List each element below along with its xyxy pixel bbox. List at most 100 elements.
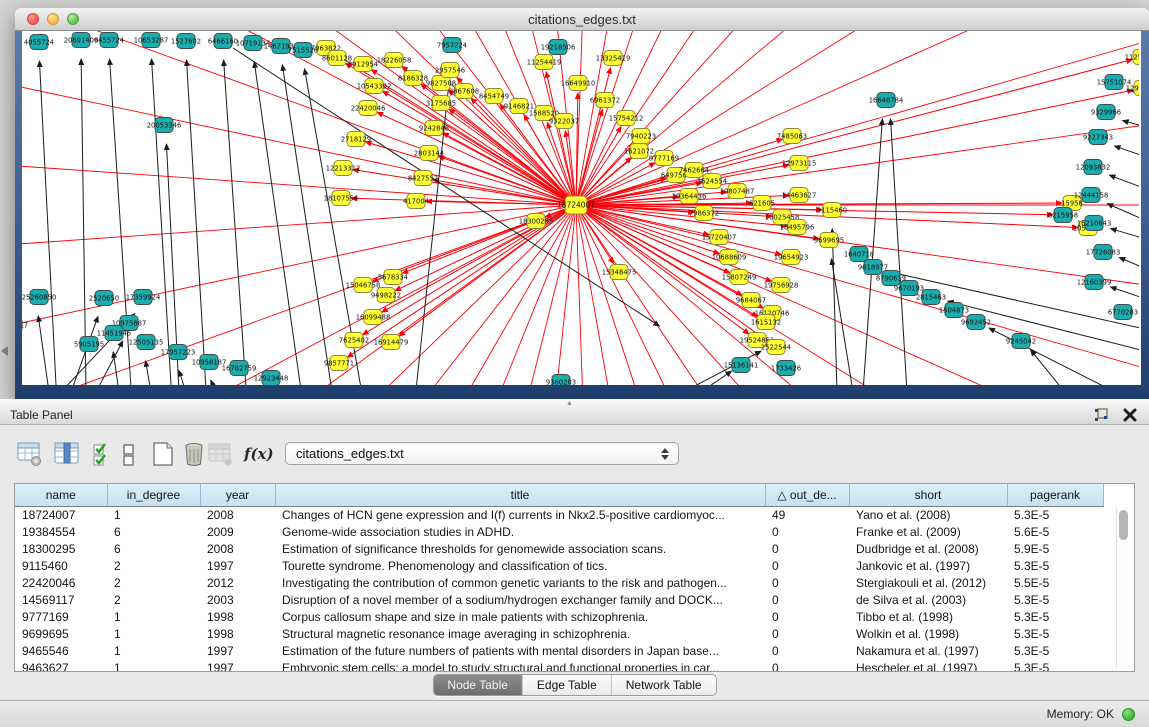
graph-node[interactable]: 10807487 xyxy=(720,184,755,199)
table-cell[interactable]: Changes of HCN gene expression and I(f) … xyxy=(275,506,765,523)
table-cell[interactable]: 19384554 xyxy=(15,523,107,540)
citation-edge-black[interactable] xyxy=(1111,287,1139,300)
citation-edge-black[interactable] xyxy=(1107,204,1139,222)
graph-node[interactable]: 1091317 xyxy=(22,318,28,333)
column-header-indegree[interactable]: in_degree xyxy=(107,484,200,506)
graph-node[interactable]: 621605 xyxy=(749,196,775,211)
graph-node[interactable]: 12973115 xyxy=(782,156,817,171)
table-cell[interactable]: 5.3E-5 xyxy=(1007,659,1103,672)
table-row[interactable]: 946362711997Embryonic stem cells: a mode… xyxy=(15,659,1103,672)
table-cell[interactable]: 2 xyxy=(107,574,200,591)
column-header-year[interactable]: year xyxy=(200,484,275,506)
citation-edge-black[interactable] xyxy=(38,316,49,385)
graph-node[interactable]: 12213312 xyxy=(326,161,361,176)
table-row[interactable]: 911546021997Tourette syndrome. Phenomeno… xyxy=(15,557,1103,574)
graph-node[interactable]: 10688609 xyxy=(712,250,747,265)
graph-node[interactable]: 9360203 xyxy=(546,375,576,386)
citation-network-graph[interactable]: 7963822860112889129541822605810543392818… xyxy=(22,31,1139,385)
table-cell[interactable]: Dudbridge et al. (2008) xyxy=(849,540,1007,557)
graph-node[interactable]: 19654923 xyxy=(774,250,809,265)
table-cell[interactable]: 1998 xyxy=(200,625,275,642)
citation-edge-red[interactable] xyxy=(438,156,576,205)
graph-node[interactable]: 18107554 xyxy=(324,191,359,206)
citation-edge-red[interactable] xyxy=(576,205,1139,385)
citation-edge-black[interactable] xyxy=(416,64,451,385)
float-panel-icon[interactable] xyxy=(1093,407,1109,423)
table-cell[interactable]: Estimation of significance thresholds fo… xyxy=(275,540,765,557)
table-cell[interactable]: 2003 xyxy=(200,591,275,608)
table-cell[interactable]: 1 xyxy=(107,659,200,672)
table-cell[interactable]: 18724007 xyxy=(15,506,107,523)
table-cell[interactable]: 0 xyxy=(765,540,849,557)
table-options-icon[interactable] xyxy=(17,441,43,467)
citation-edge-black[interactable] xyxy=(832,229,837,385)
table-cell[interactable]: 2008 xyxy=(200,540,275,557)
graph-node[interactable]: 18226058 xyxy=(377,53,412,68)
citation-edge-black[interactable] xyxy=(1109,175,1139,190)
citation-edge-black[interactable] xyxy=(187,60,206,385)
table-cell[interactable]: Hescheler et al. (1997) xyxy=(849,659,1007,672)
graph-node[interactable]: 417004 xyxy=(403,194,429,209)
graph-node[interactable]: 10653287 xyxy=(134,33,169,48)
citation-edge-black[interactable] xyxy=(146,361,151,385)
table-cell[interactable]: 5.3E-5 xyxy=(1007,608,1103,625)
table-cell[interactable]: 2 xyxy=(107,557,200,574)
window-titlebar[interactable]: citations_edges.txt xyxy=(15,8,1149,31)
graph-node[interactable]: 4055724 xyxy=(24,35,54,50)
graph-node[interactable]: 8427552 xyxy=(408,171,438,186)
graph-node[interactable]: 16099488 xyxy=(356,310,391,325)
graph-node[interactable]: 12923448 xyxy=(254,371,289,386)
graph-node[interactable]: 12093832 xyxy=(1076,160,1111,175)
table-row[interactable]: 1456911722003Disruption of a novel membe… xyxy=(15,591,1103,608)
table-cell[interactable]: 1 xyxy=(107,642,200,659)
citation-edge-black[interactable] xyxy=(113,352,119,385)
table-cell[interactable]: 5.9E-5 xyxy=(1007,540,1103,557)
close-panel-icon[interactable] xyxy=(1123,408,1137,422)
table-cell[interactable]: 0 xyxy=(765,591,849,608)
citation-edge-red[interactable] xyxy=(576,205,1139,385)
citation-edge-red[interactable] xyxy=(576,205,1139,385)
graph-node[interactable]: 8454749 xyxy=(479,89,509,104)
graph-node[interactable]: 6770283 xyxy=(1108,305,1138,320)
graph-node[interactable]: 1504873 xyxy=(939,303,969,318)
table-cell[interactable]: 0 xyxy=(765,608,849,625)
graph-node[interactable]: 17957223 xyxy=(161,345,196,360)
network-canvas[interactable]: 7963822860112889129541822605810543392818… xyxy=(22,31,1141,385)
graph-node[interactable]: 5905195 xyxy=(74,337,104,352)
table-cell[interactable]: Estimation of the future numbers of pati… xyxy=(275,642,765,659)
new-column-icon[interactable] xyxy=(150,441,176,467)
graph-node[interactable]: 15136141 xyxy=(724,358,759,373)
table-cell[interactable]: 5.3E-5 xyxy=(1007,557,1103,574)
table-cell[interactable]: 5.5E-5 xyxy=(1007,574,1103,591)
table-cell[interactable]: Structural magnetic resonance image aver… xyxy=(275,625,765,642)
table-cell[interactable]: Genome-wide association studies in ADHD. xyxy=(275,523,765,540)
graph-node[interactable]: 7625402 xyxy=(339,333,369,348)
table-cell[interactable]: 9115460 xyxy=(15,557,107,574)
table-cell[interactable]: 0 xyxy=(765,659,849,672)
memory-ok-led-icon[interactable] xyxy=(1122,708,1135,721)
tab-node-table[interactable]: Node Table xyxy=(433,675,523,695)
citation-edge-red[interactable] xyxy=(576,90,1133,205)
table-cell[interactable]: Nakamura et al. (1997) xyxy=(849,642,1007,659)
table-cell[interactable]: 0 xyxy=(765,642,849,659)
table-cell[interactable]: 9465546 xyxy=(15,642,107,659)
clear-selection-icon[interactable] xyxy=(116,441,142,467)
table-cell[interactable]: 1997 xyxy=(200,659,275,672)
graph-node[interactable]: 17359924 xyxy=(126,290,161,305)
table-cell[interactable]: Yano et al. (2008) xyxy=(849,506,1007,523)
column-header-outde[interactable]: △ out_de... xyxy=(765,484,849,506)
table-cell[interactable]: 2 xyxy=(107,591,200,608)
table-cell[interactable]: 9463627 xyxy=(15,659,107,672)
table-cell[interactable]: 2009 xyxy=(200,523,275,540)
table-cell[interactable]: 14569117 xyxy=(15,591,107,608)
graph-node[interactable]: 16648784 xyxy=(869,93,904,108)
citation-edge-black[interactable] xyxy=(1111,229,1139,240)
table-cell[interactable]: Embryonic stem cells: a model to study s… xyxy=(275,659,765,672)
table-row[interactable]: 977716911998Corpus callosum shape and si… xyxy=(15,608,1103,625)
table-cell[interactable]: 1 xyxy=(107,608,200,625)
table-cell[interactable]: 1998 xyxy=(200,608,275,625)
graph-node[interactable]: 7485063 xyxy=(777,129,807,144)
table-cell[interactable]: 5.3E-5 xyxy=(1007,642,1103,659)
table-cell[interactable]: 5.6E-5 xyxy=(1007,523,1103,540)
graph-node[interactable]: 9699695 xyxy=(814,233,844,248)
